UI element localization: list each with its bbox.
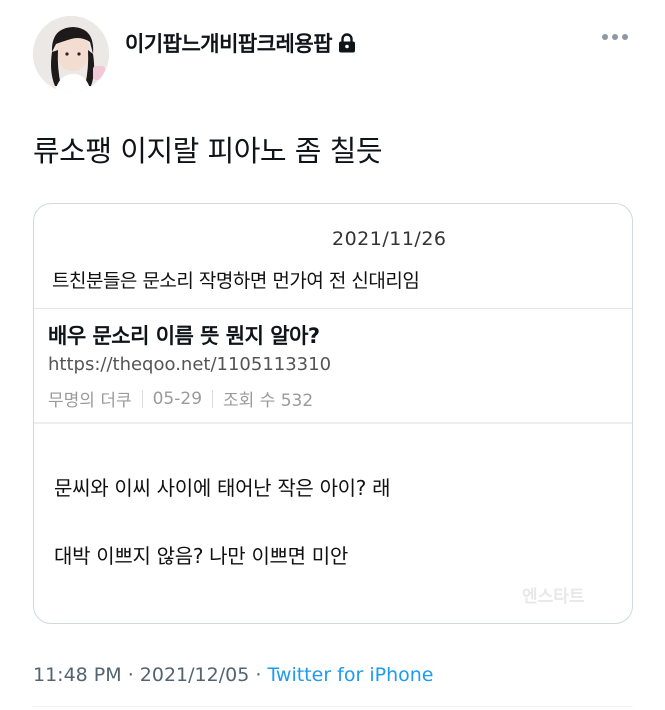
tweet-page: 이기팝느개비팝크레용팝 류소팽 이지랄 피아노 좀 칠듯 2021/11/26 … bbox=[0, 0, 665, 710]
comment-line: 문씨와 이씨 사이에 태어난 작은 아이? 래 bbox=[54, 476, 391, 500]
author-display-name[interactable]: 이기팝느개비팝크레용팝 bbox=[125, 28, 356, 58]
divider bbox=[34, 422, 632, 424]
tweet-metadata: 11:48 PM · 2021/12/05 · Twitter for iPho… bbox=[33, 664, 433, 686]
divider bbox=[34, 308, 632, 309]
avatar-photo-icon bbox=[33, 16, 109, 92]
lock-icon bbox=[338, 33, 356, 53]
post-date: 05-29 bbox=[152, 388, 203, 409]
meta-separator bbox=[212, 389, 214, 408]
avatar[interactable] bbox=[33, 16, 109, 92]
post-views: 조회 수 532 bbox=[223, 391, 314, 411]
captured-date: 2021/11/26 bbox=[332, 228, 447, 250]
watermark: 엔스타트 bbox=[522, 587, 585, 607]
linked-post-title: 배우 문소리 이름 뜻 뭔지 알아? bbox=[48, 324, 320, 348]
linked-post-url: https://theqoo.net/1105113310 bbox=[48, 354, 332, 375]
linked-post-meta: 무명의 더쿠 05-29 조회 수 532 bbox=[48, 386, 314, 412]
meta-separator bbox=[141, 389, 143, 408]
more-horizontal-icon[interactable] bbox=[602, 34, 628, 40]
meta-dot: · bbox=[255, 664, 262, 686]
divider bbox=[33, 706, 633, 707]
comment-line: 대박 이쁘지 않음? 나만 이쁘면 미안 bbox=[54, 544, 349, 568]
tweet-text: 류소팽 이지랄 피아노 좀 칠듯 bbox=[33, 134, 383, 168]
post-author: 무명의 더쿠 bbox=[48, 391, 132, 411]
tweet-source-link[interactable]: Twitter for iPhone bbox=[267, 664, 433, 686]
author-name-text[interactable]: 이기팝느개비팝크레용팝 bbox=[125, 28, 333, 58]
meta-dot: · bbox=[127, 664, 134, 686]
tweet-time[interactable]: 11:48 PM bbox=[33, 664, 122, 686]
tweet-date[interactable]: 2021/12/05 bbox=[140, 664, 250, 686]
tweet-media-image[interactable]: 2021/11/26 트친분들은 문소리 작명하면 먼가여 전 신대리임 배우 … bbox=[33, 203, 633, 624]
captured-note: 트친분들은 문소리 작명하면 먼가여 전 신대리임 bbox=[52, 270, 420, 292]
